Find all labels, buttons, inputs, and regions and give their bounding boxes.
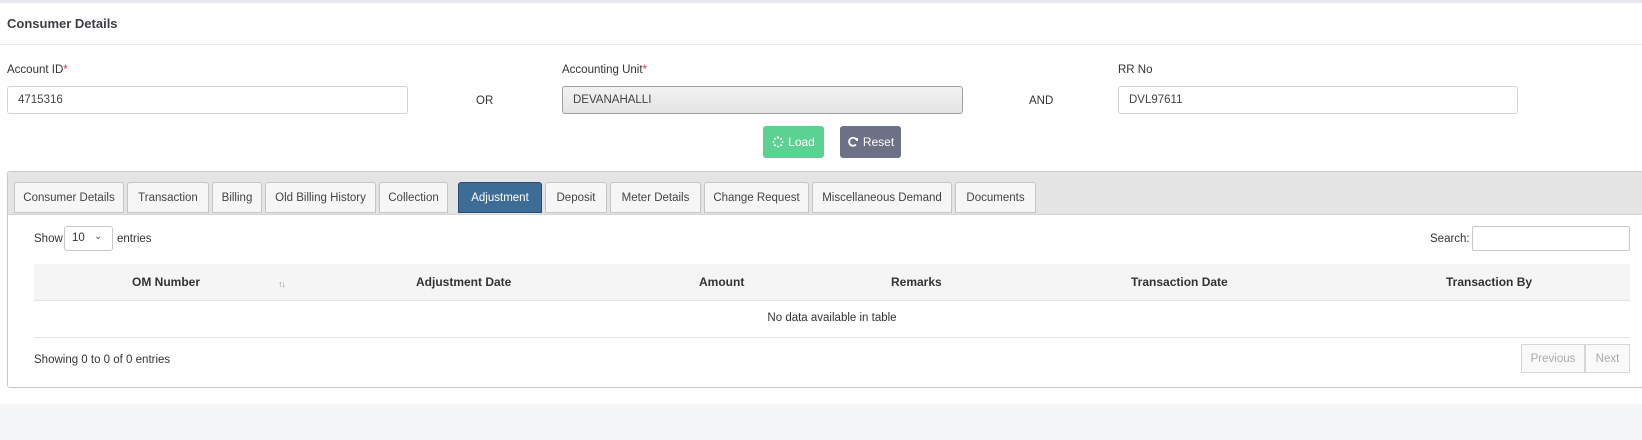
tab-collection[interactable]: Collection	[379, 182, 448, 213]
chevron-down-icon: ⌄	[94, 231, 103, 242]
tab-consumer-details[interactable]: Consumer Details	[14, 182, 124, 213]
tab-bar: Consumer Details Transaction Billing Old…	[8, 172, 1642, 215]
account-id-label: Account ID*	[7, 64, 68, 76]
tab-billing[interactable]: Billing	[212, 182, 262, 213]
tab-transaction[interactable]: Transaction	[127, 182, 209, 213]
rr-no-label: RR No	[1118, 64, 1153, 76]
column-header-om-number[interactable]: OM Number	[132, 275, 200, 289]
previous-button[interactable]: Previous	[1521, 344, 1585, 373]
tab-old-billing-history[interactable]: Old Billing History	[265, 182, 376, 213]
column-header-transaction-date[interactable]: Transaction Date	[1131, 275, 1228, 289]
search-label: Search:	[1430, 233, 1470, 245]
tab-meter-details[interactable]: Meter Details	[610, 182, 701, 213]
card-header: Consumer Details	[0, 3, 1642, 45]
refresh-icon	[848, 136, 858, 147]
tab-change-request[interactable]: Change Request	[704, 182, 809, 213]
tab-adjustment[interactable]: Adjustment	[458, 182, 542, 213]
sort-icon[interactable]: ↑↓	[278, 279, 286, 289]
table-row: No data available in table	[34, 301, 1630, 338]
accounting-unit-label: Accounting Unit*	[562, 64, 648, 76]
reset-button-label: Reset	[862, 135, 895, 149]
account-id-input[interactable]: 4715316	[7, 86, 408, 114]
required-mark: *	[642, 64, 648, 76]
tab-miscellaneous-demand[interactable]: Miscellaneous Demand	[812, 182, 952, 213]
or-text: OR	[476, 95, 494, 107]
entries-value: 10	[72, 232, 85, 244]
column-header-adjustment-date[interactable]: Adjustment Date	[416, 275, 511, 289]
table-header: OM Number ↑↓ Adjustment Date Amount Rema…	[34, 264, 1630, 301]
table-info: Showing 0 to 0 of 0 entries	[34, 354, 171, 366]
column-header-transaction-by[interactable]: Transaction By	[1446, 275, 1532, 289]
accounting-unit-input[interactable]: DEVANAHALLI	[562, 86, 963, 114]
tab-deposit[interactable]: Deposit	[545, 182, 607, 213]
load-button[interactable]: Load	[763, 126, 824, 158]
entries-label: entries	[117, 233, 152, 245]
and-text: AND	[1029, 95, 1054, 107]
reset-button[interactable]: Reset	[840, 126, 901, 158]
column-header-remarks[interactable]: Remarks	[891, 275, 942, 289]
next-button[interactable]: Next	[1585, 344, 1630, 373]
empty-table-message: No data available in table	[767, 312, 897, 324]
search-input[interactable]	[1472, 226, 1630, 251]
rr-no-input[interactable]: DVL97611	[1118, 86, 1518, 114]
load-button-label: Load	[788, 135, 815, 149]
tab-documents[interactable]: Documents	[955, 182, 1036, 213]
card-title: Consumer Details	[7, 16, 118, 31]
column-header-amount[interactable]: Amount	[699, 275, 744, 289]
show-label: Show	[34, 233, 63, 245]
entries-select[interactable]: 10 ⌄	[64, 226, 113, 251]
required-mark: *	[63, 64, 68, 76]
spinner-icon	[772, 136, 784, 148]
